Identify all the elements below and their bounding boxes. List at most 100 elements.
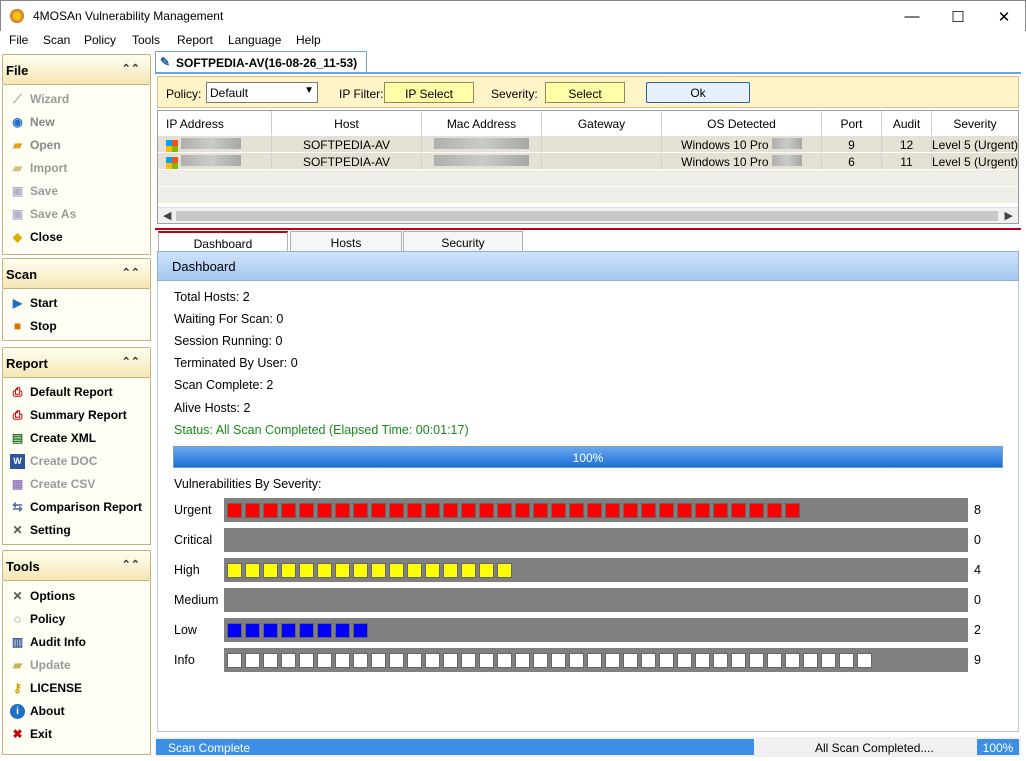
sidebar-item-label: Close (30, 230, 63, 244)
sidebar-item-close[interactable]: ◆ Close (10, 228, 63, 246)
collapse-chevron-icon[interactable]: ⌃⌃ (122, 558, 140, 571)
session-tab[interactable]: ✎ SOFTPEDIA-AV(16-08-26_11-53) (155, 51, 367, 73)
column-header-severity[interactable]: Severity (932, 111, 1018, 135)
sidebar-item-create-doc[interactable]: W Create DOC (10, 452, 97, 470)
menu-tools[interactable]: Tools (132, 33, 160, 47)
menu-report[interactable]: Report (177, 33, 213, 47)
close-window-button[interactable]: ✕ (981, 1, 1026, 32)
menu-file[interactable]: File (9, 33, 28, 47)
sidebar-item-comparison-report[interactable]: ⇆ Comparison Report (10, 498, 142, 516)
severity-segment (569, 502, 584, 518)
tools-icon: ✕ (12, 523, 23, 537)
collapse-chevron-icon[interactable]: ⌃⌃ (122, 62, 140, 75)
column-header-port[interactable]: Port (822, 111, 882, 135)
sidebar-item-update[interactable]: ▰ Update (10, 656, 71, 674)
table-row[interactable]: SOFTPEDIA-AV Windows 10 Pro 6 11 Level 5… (158, 153, 1018, 169)
ok-button[interactable]: Ok (646, 82, 750, 103)
severity-segment (713, 502, 728, 518)
session-tab-label: SOFTPEDIA-AV(16-08-26_11-53) (176, 56, 358, 70)
os-cell: Windows 10 Pro (662, 136, 822, 152)
sidebar-item-audit-info[interactable]: ▥ Audit Info (10, 633, 86, 651)
severity-segment (353, 562, 368, 578)
sidebar-item-create-csv[interactable]: ▦ Create CSV (10, 475, 96, 493)
severity-segment (551, 502, 566, 518)
status-bar: Scan Complete All Scan Completed.... 100… (155, 737, 1021, 757)
severity-segment (281, 652, 296, 668)
sidebar-item-new[interactable]: ◉ New (10, 113, 55, 131)
tools-panel-header[interactable]: Tools ⌃⌃ (2, 550, 151, 581)
collapse-chevron-icon[interactable]: ⌃⌃ (122, 266, 140, 279)
severity-segment (227, 652, 242, 668)
severity-segment (479, 652, 494, 668)
sidebar-item-label: Policy (30, 612, 66, 626)
severity-select-button[interactable]: Select (545, 82, 625, 103)
column-header-host[interactable]: Host (272, 111, 422, 135)
severity-segment (443, 562, 458, 578)
policy-dropdown[interactable]: Default ▼ (206, 82, 318, 103)
policy-label: Policy: (166, 87, 202, 101)
menu-language[interactable]: Language (228, 33, 281, 47)
sidebar-item-summary-report[interactable]: ⎙ Summary Report (10, 406, 127, 424)
collapse-chevron-icon[interactable]: ⌃⌃ (122, 355, 140, 368)
info-icon: i (10, 703, 25, 719)
minimize-button[interactable]: — (889, 1, 935, 32)
sidebar-item-label: New (30, 115, 55, 129)
table-row[interactable]: SOFTPEDIA-AV Windows 10 Pro 9 12 Level 5… (158, 136, 1018, 152)
os-value: Windows 10 Pro (681, 155, 769, 169)
sidebar-item-about[interactable]: i About (10, 702, 65, 720)
scroll-right-icon[interactable]: ▶ (1005, 209, 1013, 222)
severity-label: Medium (174, 593, 219, 607)
menu-scan[interactable]: Scan (43, 33, 70, 47)
column-header-ip[interactable]: IP Address (158, 111, 272, 135)
severity-segment (803, 652, 818, 668)
tab-dashboard[interactable]: Dashboard (158, 231, 288, 253)
severity-segment (299, 652, 314, 668)
scroll-left-icon[interactable]: ◀ (163, 209, 171, 222)
windows-logo-icon (166, 139, 178, 152)
horizontal-scrollbar[interactable]: ◀ ▶ (158, 207, 1018, 223)
menu-help[interactable]: Help (296, 33, 321, 47)
sidebar-item-label: Exit (30, 727, 53, 741)
redacted-ip (181, 155, 242, 166)
sidebar-item-wizard[interactable]: ⟋ Wizard (10, 90, 69, 108)
sidebar-item-save[interactable]: ▣ Save (10, 182, 58, 200)
file-panel-title: File (6, 63, 29, 78)
sidebar-item-open[interactable]: ▰ Open (10, 136, 61, 154)
severity-segment (641, 502, 656, 518)
file-panel-header[interactable]: File ⌃⌃ (2, 54, 151, 85)
exit-x-icon: ✖ (12, 727, 23, 741)
sidebar-item-import[interactable]: ▰ Import (10, 159, 67, 177)
column-header-audit[interactable]: Audit (882, 111, 932, 135)
sidebar-item-stop[interactable]: ■ Stop (10, 317, 57, 335)
severity-segment (533, 502, 548, 518)
sidebar-item-start[interactable]: ▶ Start (10, 294, 57, 312)
maximize-button[interactable]: ☐ (935, 1, 981, 32)
ip-select-button[interactable]: IP Select (384, 82, 474, 103)
scrollbar-thumb[interactable] (176, 211, 998, 221)
scan-panel-header[interactable]: Scan ⌃⌃ (2, 258, 151, 289)
sidebar-item-policy[interactable]: ◌ Policy (10, 610, 65, 628)
menu-policy[interactable]: Policy (84, 33, 116, 47)
filter-bar: Policy: Default ▼ IP Filter: IP Select S… (157, 76, 1019, 108)
column-header-gateway[interactable]: Gateway (542, 111, 662, 135)
report-panel-header[interactable]: Report ⌃⌃ (2, 347, 151, 378)
save-as-icon: ▣ (11, 207, 24, 221)
sidebar-item-create-xml[interactable]: ▤ Create XML (10, 429, 96, 447)
sidebar-item-setting[interactable]: ✕ Setting (10, 521, 70, 539)
severity-segment (587, 652, 602, 668)
sidebar-item-license[interactable]: ⚷ LICENSE (10, 679, 82, 697)
column-header-mac[interactable]: Mac Address (422, 111, 542, 135)
port-cell: 6 (822, 153, 882, 169)
sidebar-item-default-report[interactable]: ⎙ Default Report (10, 383, 113, 401)
column-header-os[interactable]: OS Detected (662, 111, 822, 135)
tab-hosts[interactable]: Hosts (290, 231, 402, 253)
audit-cell: 11 (882, 153, 932, 169)
sidebar-item-save-as[interactable]: ▣ Save As (10, 205, 76, 223)
severity-bar (224, 648, 968, 672)
sidebar-item-exit[interactable]: ✖ Exit (10, 725, 52, 743)
severity-segment (317, 502, 332, 518)
sidebar-item-options[interactable]: ✕ Options (10, 587, 75, 605)
tab-security[interactable]: Security (403, 231, 523, 253)
severity-segment (731, 652, 746, 668)
sidebar-item-label: LICENSE (30, 681, 83, 695)
